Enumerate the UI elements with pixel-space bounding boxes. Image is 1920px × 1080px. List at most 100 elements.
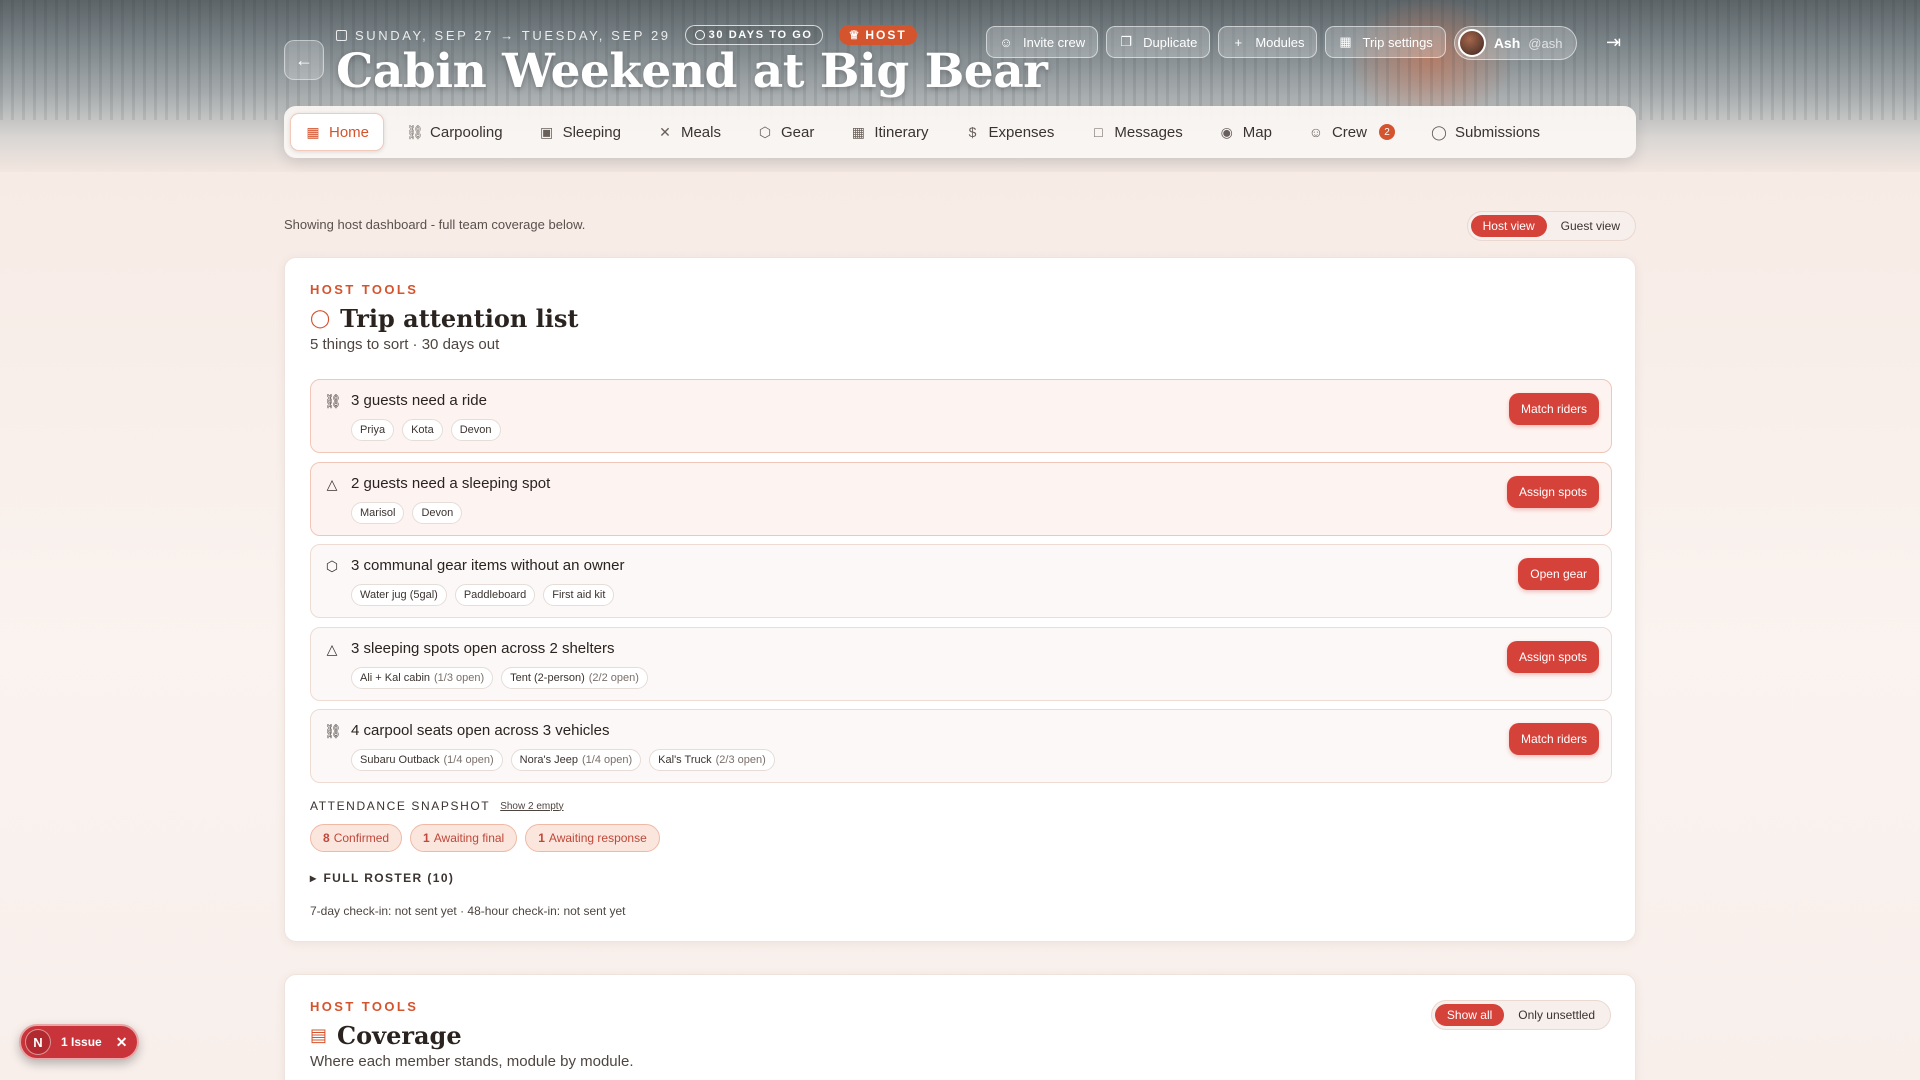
assign-spots-button[interactable]: Assign spots <box>1506 476 1599 508</box>
status-count: 8 <box>323 831 330 845</box>
attendance-status-row: 8 Confirmed 1 Awaiting final 1 Awaiting res… <box>310 824 660 852</box>
host-view-option[interactable]: Host view <box>1470 215 1547 237</box>
tab-home-label: Home <box>329 123 370 141</box>
car-icon: ⛓ <box>324 723 342 739</box>
chip: Ali + Kal cabin (1/3 open) <box>351 667 494 689</box>
trip-settings-label: Trip settings <box>1362 34 1433 50</box>
attention-item-title: 3 sleeping spots open across 2 shelters <box>351 640 615 657</box>
roster-label: FULL ROSTER (10) <box>323 871 455 885</box>
assign-spots-button[interactable]: Assign spots <box>1506 641 1599 673</box>
status-badge-awaiting-final[interactable]: 1 Awaiting final <box>410 824 518 852</box>
chip: Kota <box>402 419 443 441</box>
card-subtitle: 5 things to sort · 30 days out <box>310 336 500 353</box>
duplicate-button[interactable]: ❐ Duplicate <box>1106 26 1211 58</box>
dollar-icon: $ <box>968 124 977 140</box>
tab-expenses[interactable]: $ Expenses <box>951 113 1069 151</box>
trip-settings-button[interactable]: ▦ Trip settings <box>1325 26 1446 58</box>
chip: Kal's Truck (2/3 open) <box>649 749 775 771</box>
car-icon: ⛓ <box>324 393 342 409</box>
view-toggle: Host view Guest view <box>1466 211 1636 241</box>
chip-detail: (1/4 open) <box>582 754 633 766</box>
chip-list: Subaru Outback (1/4 open) Nora's Jeep (1/4… <box>351 749 775 771</box>
box-icon: ⬡ <box>325 558 339 574</box>
box-icon: ⬡ <box>758 123 772 140</box>
user-menu[interactable]: Ash @ash <box>1453 26 1578 60</box>
status-count: 1 <box>538 831 545 845</box>
calendar-icon: ▦ <box>851 123 865 140</box>
only-unsettled-option[interactable]: Only unsettled <box>1506 1004 1607 1026</box>
attention-item: △ 2 guests need a sleeping spot Marisol … <box>310 462 1612 536</box>
bed-icon: ▣ <box>539 123 554 140</box>
close-icon[interactable]: ✕ <box>116 1034 128 1051</box>
user-name: Ash <box>1493 35 1521 51</box>
tab-map-label: Map <box>1242 123 1272 141</box>
issue-indicator[interactable]: N 1 Issue ✕ <box>19 1024 140 1060</box>
chip-detail: (2/2 open) <box>588 672 639 684</box>
crown-icon: ♕ <box>848 28 862 42</box>
tab-crew[interactable]: ☺ Crew 2 <box>1294 113 1409 151</box>
chip: Marisol <box>351 502 405 524</box>
tab-meals[interactable]: ✕ Meals <box>643 113 735 151</box>
arrow-left-icon: ← <box>295 49 313 70</box>
chip-detail: (2/3 open) <box>715 754 766 766</box>
chip-list: Ali + Kal cabin (1/3 open) Tent (2-person… <box>351 667 648 689</box>
attention-card: HOST TOOLS ◯ Trip attention list 5 thing… <box>284 257 1636 942</box>
full-roster-toggle[interactable]: ▸ FULL ROSTER (10) <box>310 871 454 885</box>
tab-sleeping-label: Sleeping <box>562 123 621 141</box>
tab-submissions[interactable]: ◯ Submissions <box>1417 113 1554 151</box>
card-kicker: HOST TOOLS <box>310 999 419 1014</box>
attention-item-title: 4 carpool seats open across 3 vehicles <box>351 722 610 739</box>
chip-label: Subaru Outback <box>360 754 440 766</box>
tab-carpooling-label: Carpooling <box>430 123 503 141</box>
chip: Devon <box>450 419 501 441</box>
clock-icon <box>694 30 705 40</box>
avatar <box>1457 29 1486 57</box>
car-icon: ⛓ <box>406 123 424 140</box>
chip-list: Marisol Devon <box>351 502 463 524</box>
attention-item-title: 2 guests need a sleeping spot <box>351 475 551 492</box>
countdown-badge: 30 DAYS TO GO <box>684 25 823 45</box>
open-gear-button[interactable]: Open gear <box>1518 558 1599 590</box>
tab-itinerary-label: Itinerary <box>874 123 929 141</box>
tab-meals-label: Meals <box>680 123 721 141</box>
chip-list: Water jug (5gal) Paddleboard First aid k… <box>351 584 615 606</box>
status-badge-confirmed[interactable]: 8 Confirmed <box>310 824 403 852</box>
status-badge-awaiting-response[interactable]: 1 Awaiting response <box>525 824 660 852</box>
tab-expenses-label: Expenses <box>988 123 1055 141</box>
card-kicker: HOST TOOLS <box>310 282 419 297</box>
tab-carpooling[interactable]: ⛓ Carpooling <box>392 113 517 151</box>
tab-itinerary[interactable]: ▦ Itinerary <box>836 113 942 151</box>
modules-button[interactable]: + Modules <box>1218 26 1318 58</box>
issue-initial: N <box>25 1029 51 1055</box>
host-badge: ♕ HOST <box>838 25 917 45</box>
users-icon: ☺ <box>1308 124 1324 140</box>
tab-sleeping[interactable]: ▣ Sleeping <box>525 113 635 151</box>
show-all-option[interactable]: Show all <box>1434 1004 1505 1026</box>
plus-icon: + <box>1234 34 1243 50</box>
logout-icon[interactable]: ⇥ <box>1606 32 1621 53</box>
tab-gear[interactable]: ⬡ Gear <box>743 113 828 151</box>
attention-title: Trip attention list <box>340 304 579 333</box>
user-plus-icon: ☺ <box>999 34 1013 50</box>
chip-label: Ali + Kal cabin <box>360 672 431 684</box>
invite-crew-button[interactable]: ☺ Invite crew <box>986 26 1099 58</box>
tab-messages[interactable]: □ Messages <box>1076 113 1196 151</box>
caret-right-icon: ▸ <box>310 871 318 885</box>
page-title: Cabin Weekend at Big Bear <box>336 44 1048 99</box>
tab-map[interactable]: ◉ Map <box>1205 113 1286 151</box>
match-riders-button[interactable]: Match riders <box>1508 723 1599 755</box>
guest-view-option[interactable]: Guest view <box>1549 215 1632 237</box>
back-button[interactable]: ← <box>284 40 324 80</box>
attention-item: ⛓ 4 carpool seats open across 3 vehicles… <box>310 709 1612 783</box>
show-empty-link[interactable]: Show 2 empty <box>500 801 563 812</box>
tab-submissions-label: Submissions <box>1454 123 1541 141</box>
countdown-label: 30 DAYS TO GO <box>708 29 813 41</box>
header-actions: ☺ Invite crew ❐ Duplicate + Modules ▦ Trip s… <box>986 26 1578 60</box>
match-riders-button[interactable]: Match riders <box>1508 393 1599 425</box>
chip: Priya <box>351 419 395 441</box>
attention-item: ⬡ 3 communal gear items without an owner… <box>310 544 1612 618</box>
tab-home[interactable]: ▦ Home <box>290 113 385 151</box>
issue-label: 1 Issue <box>61 1035 102 1049</box>
crew-count-badge: 2 <box>1378 124 1395 140</box>
card-title: ▤ Coverage <box>310 1021 462 1050</box>
